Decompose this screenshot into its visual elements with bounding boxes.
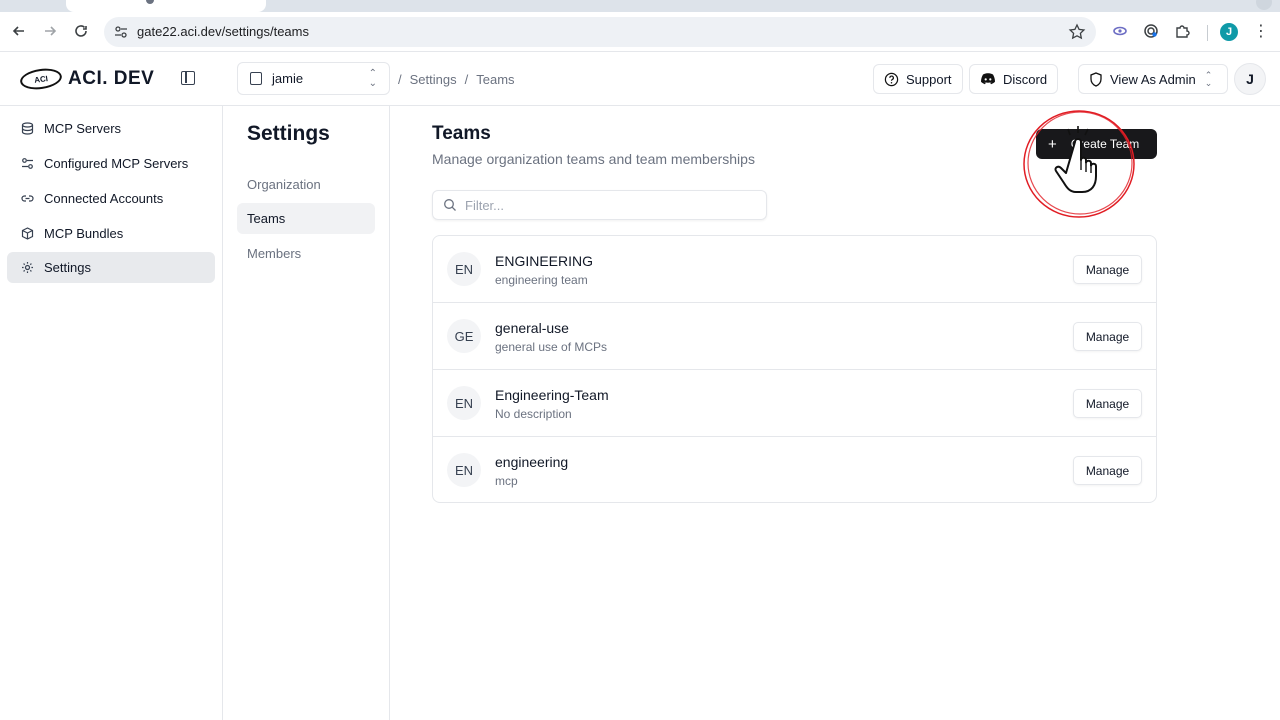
manage-team-button[interactable]: Manage: [1073, 456, 1142, 485]
create-team-button[interactable]: + Create Team: [1036, 129, 1157, 159]
team-row: EN Engineering-Team No description Manag…: [433, 370, 1156, 437]
browser-active-tab[interactable]: [66, 0, 266, 12]
browser-tab-strip: [0, 0, 1280, 12]
extensions-puzzle-icon[interactable]: [1172, 21, 1192, 41]
discord-button[interactable]: Discord: [969, 64, 1059, 94]
team-name: ENGINEERING: [495, 253, 594, 269]
team-name: engineering: [495, 454, 569, 470]
browser-profile-avatar[interactable]: J: [1220, 23, 1238, 41]
sidebar-item-label: Settings: [44, 260, 91, 275]
main-sidebar: MCP Servers Configured MCP Servers Conne…: [0, 106, 223, 720]
link-icon: [21, 192, 34, 205]
team-name: Engineering-Team: [495, 387, 609, 403]
gear-icon: [21, 261, 34, 274]
building-icon: [250, 72, 262, 85]
sidebar-item-label: Configured MCP Servers: [44, 156, 189, 171]
create-team-label: Create Team: [1070, 137, 1140, 151]
sidebar-item-settings[interactable]: Settings: [7, 252, 215, 283]
team-description: engineering team: [495, 273, 588, 287]
shield-icon: [1090, 71, 1102, 87]
support-button[interactable]: Support: [873, 64, 963, 94]
view-as-role-selector[interactable]: View As Admin ⌃ ⌄: [1078, 64, 1228, 94]
aci-logo[interactable]: ACI ACI. DEV: [18, 66, 155, 92]
help-circle-icon: [884, 72, 899, 86]
reload-icon[interactable]: [70, 20, 92, 42]
filter-input[interactable]: [465, 197, 745, 213]
manage-team-button[interactable]: Manage: [1073, 322, 1142, 351]
discord-icon: [981, 73, 995, 85]
sidebar-toggle-icon[interactable]: [181, 71, 195, 85]
team-initials-avatar: EN: [447, 453, 481, 487]
extension-eye-icon[interactable]: [1110, 21, 1130, 41]
team-initials-avatar: EN: [447, 386, 481, 420]
tab-favicon-icon: [146, 0, 154, 4]
user-avatar[interactable]: J: [1234, 63, 1266, 95]
breadcrumb-teams: Teams: [476, 72, 515, 87]
sidebar-item-connected-accounts[interactable]: Connected Accounts: [7, 183, 215, 214]
sidebar-item-label: Connected Accounts: [44, 191, 164, 206]
breadcrumb-separator: /: [464, 72, 469, 87]
tab-strip-control-icon[interactable]: [1256, 0, 1272, 10]
page-subtitle: Manage organization teams and team membe…: [432, 151, 755, 167]
discord-label: Discord: [1003, 71, 1048, 87]
settings-subnav: Settings Organization Teams Members: [223, 106, 390, 720]
team-initials-avatar: EN: [447, 252, 481, 286]
browser-menu-icon[interactable]: ⋮: [1253, 22, 1269, 42]
sidebar-item-mcp-bundles[interactable]: MCP Bundles: [7, 218, 215, 249]
site-settings-icon[interactable]: [113, 24, 129, 40]
settings-title: Settings: [247, 122, 330, 145]
filter-field[interactable]: [432, 190, 767, 220]
sidebar-item-label: MCP Bundles: [44, 226, 124, 241]
team-row: EN ENGINEERING engineering team Manage: [433, 236, 1156, 303]
database-icon: [21, 122, 34, 135]
chevrons-up-down-icon: ⌃ ⌄: [1204, 70, 1213, 88]
chevrons-up-down-icon: ⌃ ⌄: [368, 67, 377, 89]
manage-team-button[interactable]: Manage: [1073, 255, 1142, 284]
bookmark-star-icon[interactable]: [1068, 23, 1086, 41]
browser-toolbar: gate22.aci.dev/settings/teams J ⋮: [0, 12, 1280, 52]
search-icon: [444, 199, 456, 211]
team-description: mcp: [495, 474, 518, 488]
package-icon: [21, 227, 34, 240]
plus-icon: +: [1048, 135, 1057, 153]
team-row: EN engineering mcp Manage: [433, 437, 1156, 504]
click-highlight-hand-cursor-icon: [1023, 110, 1135, 218]
extension-fingerprint-icon[interactable]: [1141, 21, 1161, 41]
sliders-icon: [21, 157, 34, 170]
support-label: Support: [906, 71, 952, 87]
page-title: Teams: [432, 123, 491, 144]
breadcrumb-settings[interactable]: Settings: [410, 72, 457, 87]
address-bar[interactable]: gate22.aci.dev/settings/teams: [104, 17, 1096, 47]
forward-arrow-icon[interactable]: [39, 20, 61, 42]
team-description: general use of MCPs: [495, 340, 608, 354]
logo-text: ACI. DEV: [68, 68, 155, 89]
breadcrumb-separator: /: [398, 72, 402, 87]
team-row: GE general-use general use of MCPs Manag…: [433, 303, 1156, 370]
team-description: No description: [495, 407, 572, 421]
team-list: EN ENGINEERING engineering team Manage G…: [432, 235, 1157, 503]
organization-selector[interactable]: jamie ⌃ ⌄: [237, 62, 390, 95]
app-header: ACI ACI. DEV jamie ⌃ ⌄ / Settings / Teams…: [0, 52, 1280, 106]
logo-badge: ACI: [18, 66, 64, 92]
back-arrow-icon[interactable]: [8, 20, 30, 42]
subnav-item-teams[interactable]: Teams: [237, 203, 375, 234]
sidebar-item-label: MCP Servers: [44, 121, 122, 136]
team-name: general-use: [495, 320, 569, 336]
view-as-label: View As Admin: [1110, 71, 1196, 87]
sidebar-item-configured-mcp-servers[interactable]: Configured MCP Servers: [7, 148, 215, 179]
toolbar-divider: [1207, 25, 1208, 41]
subnav-item-organization[interactable]: Organization: [237, 169, 375, 200]
sidebar-item-mcp-servers[interactable]: MCP Servers: [7, 113, 215, 144]
manage-team-button[interactable]: Manage: [1073, 389, 1142, 418]
subnav-item-members[interactable]: Members: [237, 238, 375, 269]
url-text[interactable]: gate22.aci.dev/settings/teams: [137, 24, 309, 39]
breadcrumb: / Settings / Teams: [398, 72, 515, 87]
team-initials-avatar: GE: [447, 319, 481, 353]
organization-name: jamie: [272, 71, 304, 86]
